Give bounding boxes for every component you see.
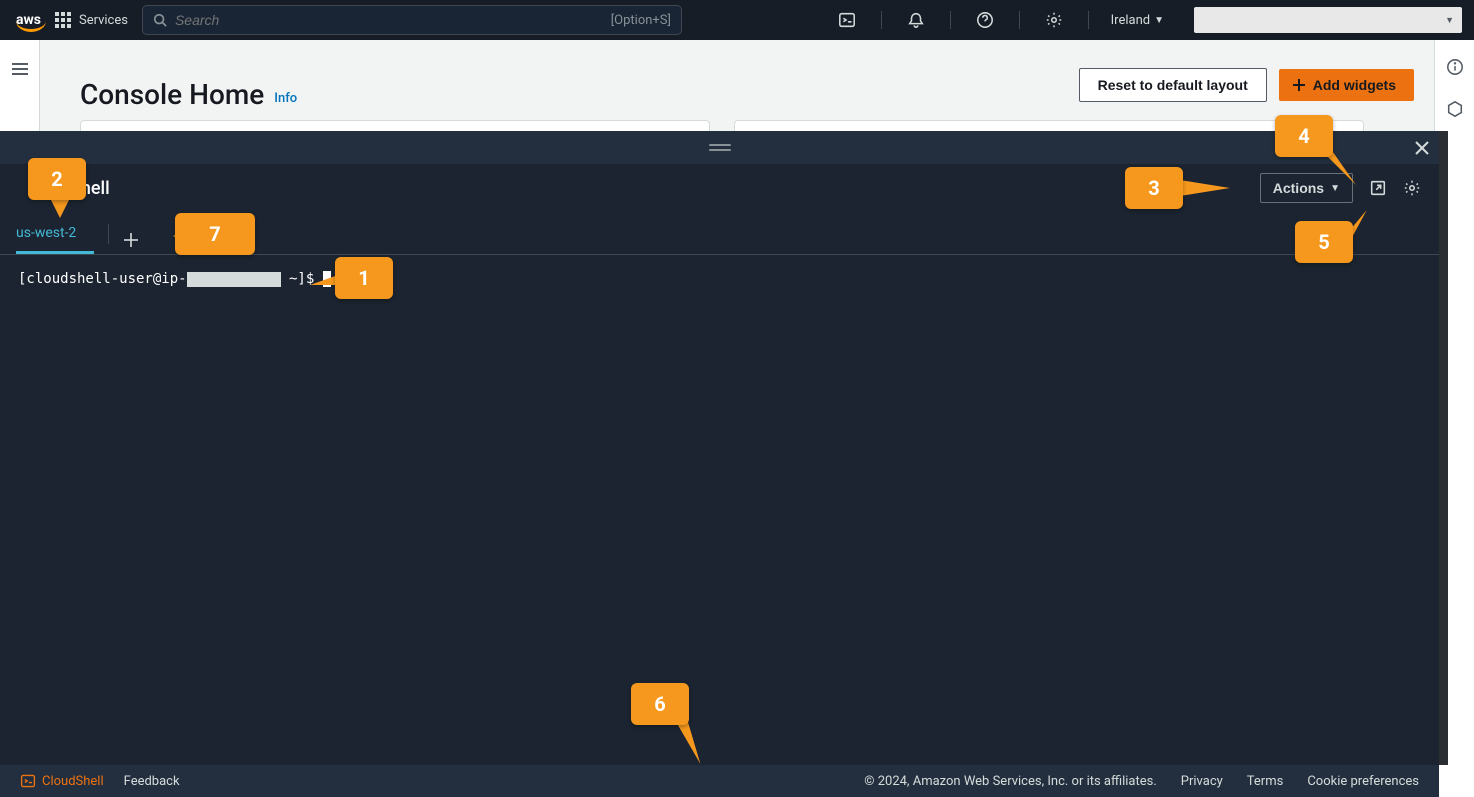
callout-3: 3: [1125, 167, 1183, 209]
services-label: Services: [79, 13, 128, 28]
page-title: Console Home: [80, 78, 264, 111]
footer: CloudShell Feedback © 2024, Amazon Web S…: [0, 765, 1439, 797]
gear-icon: [1045, 11, 1063, 29]
help-icon: [976, 11, 994, 29]
panel-drag-bar[interactable]: [0, 131, 1439, 164]
terminal[interactable]: [cloudshell-user@ip- ~]$: [0, 255, 1439, 765]
add-widgets-button[interactable]: Add widgets: [1279, 69, 1414, 101]
terminal-prompt: [cloudshell-user@ip- ~]$: [18, 271, 1439, 287]
notifications-button[interactable]: [896, 0, 936, 40]
close-icon: [1414, 140, 1430, 156]
terminal-icon: [20, 773, 36, 789]
search-icon: [153, 13, 167, 27]
gear-icon: [1403, 179, 1421, 197]
callout-1: 1: [335, 257, 393, 299]
callout-7: 7: [175, 213, 255, 255]
cloudshell-nav-button[interactable]: [827, 0, 867, 40]
rail-info-button[interactable]: [1446, 58, 1464, 76]
scrollbar[interactable]: [1439, 131, 1448, 765]
footer-privacy-link[interactable]: Privacy: [1181, 774, 1223, 789]
callout-6: 6: [631, 683, 689, 725]
cloudshell-settings-button[interactable]: [1403, 179, 1421, 197]
widget-cards-peek: [80, 120, 1364, 131]
grid-icon: [55, 12, 71, 28]
external-icon: [1369, 179, 1387, 197]
open-new-window-button[interactable]: [1369, 179, 1387, 197]
console-home-header: Console Home Info Reset to default layou…: [0, 40, 1474, 131]
tab-us-west-2[interactable]: us-west-2: [16, 215, 94, 254]
services-menu-button[interactable]: Services: [55, 12, 128, 28]
callout-5: 5: [1295, 221, 1353, 263]
search-shortcut: [Option+S]: [611, 13, 671, 28]
plus-icon: [123, 232, 139, 248]
terminal-icon: [838, 11, 856, 29]
settings-nav-button[interactable]: [1034, 0, 1074, 40]
top-nav: aws Services [Option+S] Ireland ▼: [0, 0, 1474, 40]
help-button[interactable]: [965, 0, 1005, 40]
account-menu[interactable]: [1194, 7, 1462, 33]
footer-cookies-link[interactable]: Cookie preferences: [1307, 774, 1419, 789]
panel-close-button[interactable]: [1404, 131, 1439, 164]
region-selector[interactable]: Ireland ▼: [1103, 0, 1172, 40]
hexagon-icon: [1446, 100, 1464, 118]
sidebar-toggle[interactable]: [0, 40, 40, 131]
footer-copyright: © 2024, Amazon Web Services, Inc. or its…: [864, 774, 1157, 789]
plus-icon: [1291, 77, 1307, 93]
right-help-rail: [1434, 40, 1474, 131]
caret-down-icon: ▼: [1154, 15, 1164, 26]
caret-down-icon: ▼: [1330, 183, 1340, 194]
region-label: Ireland: [1111, 13, 1150, 28]
redacted-ip: [187, 272, 281, 287]
global-search[interactable]: [Option+S]: [142, 5, 682, 35]
info-link[interactable]: Info: [274, 91, 297, 106]
callout-4: 4: [1275, 115, 1333, 157]
bell-icon: [907, 11, 925, 29]
drag-handle-icon: [709, 144, 731, 151]
reset-layout-button[interactable]: Reset to default layout: [1079, 68, 1267, 102]
rail-hex-button[interactable]: [1446, 100, 1464, 118]
hamburger-icon: [12, 60, 28, 78]
footer-terms-link[interactable]: Terms: [1247, 774, 1284, 789]
search-input[interactable]: [175, 12, 611, 28]
aws-logo[interactable]: aws: [16, 12, 41, 28]
add-tab-button[interactable]: [123, 232, 139, 254]
info-circle-icon: [1446, 58, 1464, 76]
footer-cloudshell-button[interactable]: CloudShell: [20, 773, 104, 789]
callout-2: 2: [28, 158, 86, 200]
footer-feedback-link[interactable]: Feedback: [124, 774, 180, 789]
